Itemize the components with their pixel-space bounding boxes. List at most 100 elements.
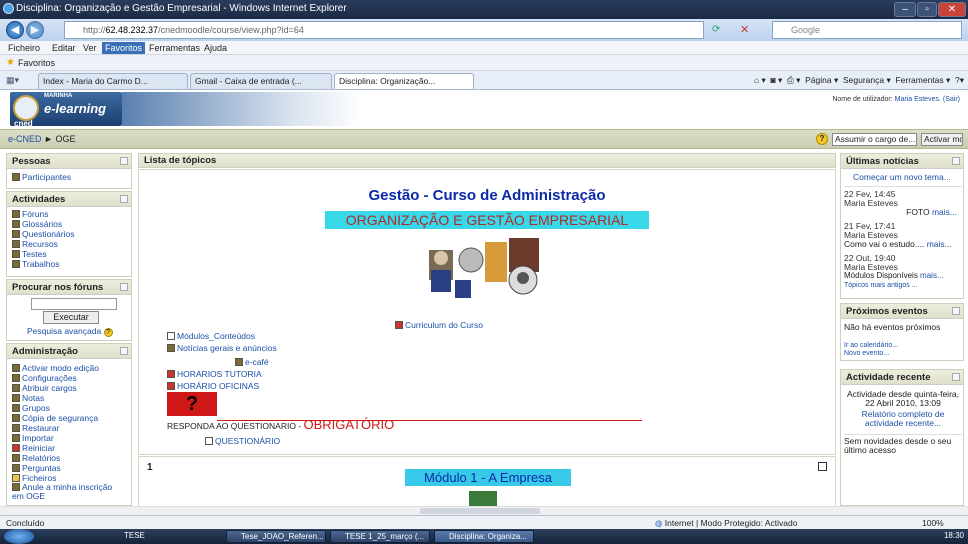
- quick-tabs-icon[interactable]: ▦▾: [6, 75, 19, 86]
- module-image: [469, 491, 497, 507]
- taskbar-item-disciplina[interactable]: Disciplina: Organiza...: [434, 530, 534, 543]
- quiz-icon: [205, 437, 213, 445]
- menu-ajuda[interactable]: Ajuda: [204, 43, 227, 53]
- assignment-icon: [12, 260, 20, 268]
- participantes-link[interactable]: Participantes: [12, 172, 71, 182]
- security-menu[interactable]: Segurança ▾: [843, 75, 891, 85]
- modulos-link[interactable]: Módulos_Conteúdos: [167, 331, 255, 341]
- stop-icon[interactable]: ✕: [740, 23, 749, 36]
- help-icon[interactable]: ?▾: [955, 75, 964, 85]
- admin-reset-link[interactable]: Reiniciar: [12, 443, 55, 453]
- admin-groups-link[interactable]: Grupos: [12, 403, 50, 413]
- groups-icon: [12, 404, 20, 412]
- block-ultimas-noticias: Últimas notícias Começar um novo tema...…: [840, 153, 964, 299]
- help-icon[interactable]: ?: [103, 328, 113, 337]
- calendar-link[interactable]: Ir ao calendário...: [844, 342, 898, 349]
- logo-bottom-text: cned: [14, 119, 33, 128]
- taskbar-item-tese-1[interactable]: TESE 1_25_março (...: [330, 530, 430, 543]
- menu-ficheiro[interactable]: Ficheiro: [8, 43, 40, 53]
- question-mark-icon: ?: [167, 392, 217, 416]
- start-button[interactable]: [4, 529, 34, 544]
- testes-link[interactable]: Testes: [12, 249, 47, 259]
- full-report-link[interactable]: Relatório completo de actividade recente…: [844, 410, 962, 428]
- collapse-icon[interactable]: [120, 157, 128, 165]
- new-event-link[interactable]: Novo evento...: [844, 350, 889, 357]
- collapse-icon[interactable]: [120, 195, 128, 203]
- user-name-link[interactable]: Maria Esteves.: [895, 96, 941, 103]
- horario-oficinas-link[interactable]: HORÁRIO OFICINAS: [167, 381, 259, 391]
- admin-grades-link[interactable]: Notas: [12, 393, 44, 403]
- maximize-button[interactable]: ▫: [917, 2, 937, 17]
- questionarios-link[interactable]: Questionários: [12, 229, 74, 239]
- admin-edit-link[interactable]: Activar modo edição: [12, 363, 99, 373]
- tab-index[interactable]: Index - Maria do Carmo D...: [38, 73, 188, 89]
- address-input[interactable]: http://62.48.232.37/cnedmoodle/course/vi…: [64, 21, 704, 39]
- trabalhos-link[interactable]: Trabalhos: [12, 259, 59, 269]
- collapse-icon[interactable]: [120, 347, 128, 355]
- collapse-icon[interactable]: [952, 157, 960, 165]
- site-logo[interactable]: MARINHA e-learning cned: [10, 92, 122, 128]
- tab-gmail[interactable]: Gmail - Caixa de entrada (...: [190, 73, 332, 89]
- admin-backup-link[interactable]: Cópia de segurança: [12, 413, 98, 423]
- admin-roles-link[interactable]: Atribuir cargos: [12, 383, 77, 393]
- forums-link[interactable]: Fóruns: [12, 209, 48, 219]
- search-execute-button[interactable]: Executar: [43, 311, 99, 324]
- forum-icon: [235, 358, 243, 366]
- admin-unenrol-link[interactable]: Anule a minha inscrição em OGE: [12, 483, 124, 501]
- admin-import-link[interactable]: Importar: [12, 433, 54, 443]
- activity-since: Actividade desde quinta-feira, 22 Abril …: [847, 389, 959, 408]
- more-link[interactable]: mais...: [927, 239, 952, 249]
- role-select[interactable]: Assumir o cargo de...: [832, 133, 917, 146]
- noticias-link[interactable]: Notícias gerais e anúncios: [167, 343, 277, 353]
- older-topics-link[interactable]: Tópicos mais antigos ...: [844, 282, 918, 289]
- curriculum-link[interactable]: Curriculum do Curso: [395, 320, 483, 330]
- section-highlight-box[interactable]: [818, 462, 827, 471]
- glossarios-link[interactable]: Glossários: [12, 219, 62, 229]
- page-menu[interactable]: Página ▾: [805, 75, 838, 85]
- logout-link[interactable]: (Sair): [943, 96, 960, 103]
- minimize-button[interactable]: –: [894, 2, 916, 17]
- horizontal-scrollbar[interactable]: [0, 506, 968, 515]
- back-button[interactable]: ◀: [6, 21, 24, 39]
- collapse-icon[interactable]: [120, 283, 128, 291]
- admin-config-link[interactable]: Configurações: [12, 373, 77, 383]
- horarios-tutoria-link[interactable]: HORARIOS TUTORIA: [167, 369, 262, 379]
- tools-menu[interactable]: Ferramentas ▾: [895, 75, 950, 85]
- quiz-icon: [12, 230, 20, 238]
- menu-favoritos[interactable]: Favoritos: [102, 42, 146, 54]
- taskbar-item-tese[interactable]: TESE: [110, 530, 210, 543]
- admin-restore-link[interactable]: Restaurar: [12, 423, 59, 433]
- breadcrumb-home[interactable]: e-CNED: [8, 134, 42, 144]
- menu-editar[interactable]: Editar: [52, 43, 76, 53]
- questionario-link[interactable]: QUESTIONÁRIO: [205, 436, 280, 446]
- ecafe-link[interactable]: e-café: [235, 357, 269, 367]
- home-icon[interactable]: ⌂ ▾: [754, 75, 766, 85]
- advanced-search-link[interactable]: Pesquisa avançada ?: [27, 326, 113, 337]
- scroll-thumb[interactable]: [420, 508, 540, 514]
- taskbar-item-tese-joao[interactable]: Tese_JOAO_Referen...: [226, 530, 326, 543]
- menu-ver[interactable]: Ver: [83, 43, 97, 53]
- zoom-level[interactable]: 100%: [922, 518, 944, 528]
- new-topic-link[interactable]: Começar um novo tema...: [853, 172, 951, 182]
- recursos-link[interactable]: Recursos: [12, 239, 58, 249]
- search-input[interactable]: Google: [772, 21, 962, 39]
- more-link[interactable]: mais...: [932, 207, 957, 217]
- forum-search-input[interactable]: [31, 298, 117, 310]
- admin-questions-link[interactable]: Perguntas: [12, 463, 61, 473]
- refresh-icon[interactable]: ⟳: [712, 24, 720, 35]
- forward-button[interactable]: ▶: [26, 21, 44, 39]
- tab-disciplina[interactable]: Disciplina: Organização...: [334, 73, 474, 89]
- menu-ferramentas[interactable]: Ferramentas: [149, 43, 200, 53]
- help-icon[interactable]: ?: [816, 133, 828, 145]
- more-link[interactable]: mais...: [920, 271, 944, 280]
- admin-reports-link[interactable]: Relatórios: [12, 453, 60, 463]
- collapse-icon[interactable]: [952, 307, 960, 315]
- feeds-icon[interactable]: ◙ ▾: [770, 75, 782, 85]
- user-info: Nome de utilizador: Maria Esteves. (Sair…: [832, 96, 960, 103]
- favorites-button[interactable]: Favoritos: [18, 58, 55, 68]
- close-button[interactable]: ✕: [938, 2, 966, 17]
- obrigatorio-text: OBRIGATÓRIO: [303, 417, 395, 432]
- print-icon[interactable]: ⎙ ▾: [787, 75, 800, 85]
- edit-mode-button[interactable]: Activar modo edição: [921, 133, 963, 146]
- collapse-icon[interactable]: [952, 373, 960, 381]
